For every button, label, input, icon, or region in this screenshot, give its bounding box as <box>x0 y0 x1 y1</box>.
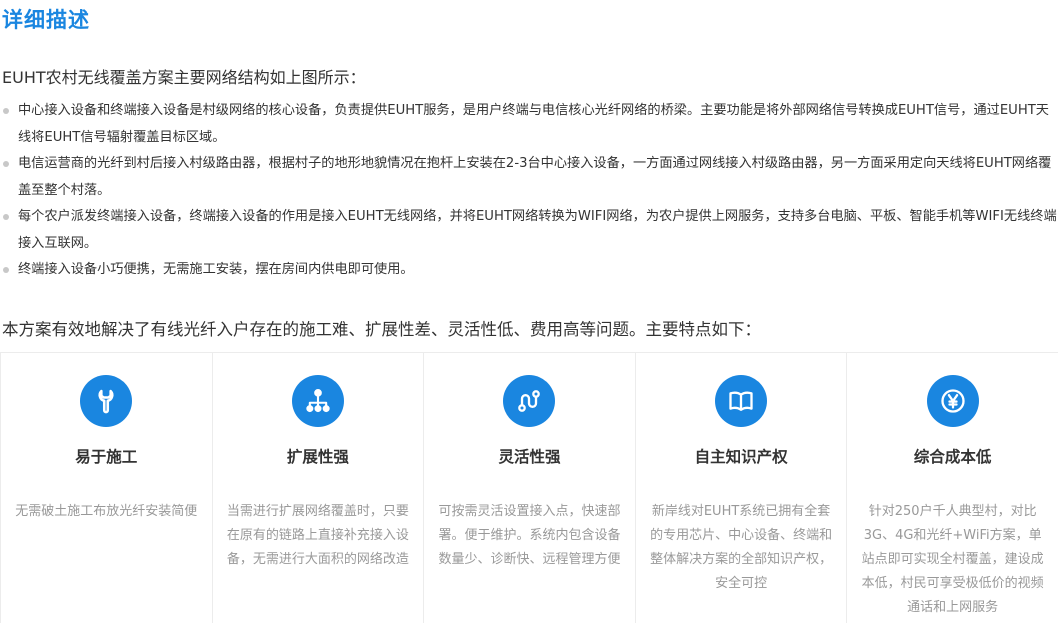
bullet-text: 电信运营商的光纤到村后接入村级路由器，根据村子的地形地貌情况在抱杆上安装在2-3… <box>18 156 1052 198</box>
feature-card-scalability: 扩展性强 当需进行扩展网络覆盖时，只要在原有的链路上直接补充接入设备，无需进行大… <box>211 353 424 623</box>
book-icon <box>715 375 768 427</box>
network-tree-icon <box>291 375 344 427</box>
bullet-text: 每个农户派发终端接入设备，终端接入设备的作用是接入EUHT无线网络，并将EUHT… <box>18 209 1057 251</box>
feature-card-easy-install: 易于施工 无需破土施工布放光纤安装简便 <box>0 353 212 623</box>
bullet-dot <box>3 161 9 167</box>
feature-title: 灵活性强 <box>498 448 561 466</box>
bullet-text: 终端接入设备小巧便携，无需施工安装，摆在房间内供电即可使用。 <box>18 262 414 277</box>
bullet-item: 每个农户派发终端接入设备，终端接入设备的作用是接入EUHT无线网络，并将EUHT… <box>2 204 1058 257</box>
feature-title: 综合成本低 <box>913 448 992 466</box>
bullet-item: 中心接入设备和终端接入设备是村级网络的核心设备，负责提供EUHT服务，是用户终端… <box>2 98 1058 151</box>
feature-card-low-cost: 综合成本低 针对250户千人典型村，对比3G、4G和光纤+WiFi方案，单站点即… <box>846 353 1058 623</box>
feature-cards: 易于施工 无需破土施工布放光纤安装简便 扩展性强 当需进行扩展网络覆盖时，只要在… <box>0 352 1058 623</box>
feature-title: 易于施工 <box>75 448 138 466</box>
yen-coin-icon <box>926 375 979 427</box>
section-title: 详细描述 <box>2 8 90 32</box>
feature-title: 自主知识产权 <box>694 448 788 466</box>
bullet-list: 中心接入设备和终端接入设备是村级网络的核心设备，负责提供EUHT服务，是用户终端… <box>2 98 1058 284</box>
features-lead-text: 本方案有效地解决了有线光纤入户存在的施工难、扩展性差、灵活性低、费用高等问题。主… <box>2 320 761 339</box>
feature-desc: 无需破土施工布放光纤安装简便 <box>15 504 198 519</box>
bullet-text: 中心接入设备和终端接入设备是村级网络的核心设备，负责提供EUHT服务，是用户终端… <box>18 103 1049 145</box>
detail-page: 详细描述 EUHT农村无线覆盖方案主要网络结构如上图所示： 中心接入设备和终端接… <box>0 0 1058 623</box>
intro-text: EUHT农村无线覆盖方案主要网络结构如上图所示： <box>2 68 366 87</box>
wrench-icon <box>80 375 133 427</box>
route-icon <box>503 375 556 427</box>
feature-desc: 新岸线对EUHT系统已拥有全套的专用芯片、中心设备、终端和整体解决方案的全部知识… <box>650 504 833 591</box>
bullet-dot <box>3 267 9 273</box>
feature-desc: 针对250户千人典型村，对比3G、4G和光纤+WiFi方案，单站点即可实现全村覆… <box>861 504 1044 615</box>
feature-title: 扩展性强 <box>286 448 349 466</box>
bullet-item: 终端接入设备小巧便携，无需施工安装，摆在房间内供电即可使用。 <box>2 257 1058 284</box>
bullet-dot <box>3 214 9 220</box>
bullet-dot <box>3 108 9 114</box>
feature-card-ip: 自主知识产权 新岸线对EUHT系统已拥有全套的专用芯片、中心设备、终端和整体解决… <box>634 353 847 623</box>
feature-desc: 当需进行扩展网络覆盖时，只要在原有的链路上直接补充接入设备，无需进行大面积的网络… <box>226 504 409 567</box>
bullet-item: 电信运营商的光纤到村后接入村级路由器，根据村子的地形地貌情况在抱杆上安装在2-3… <box>2 151 1058 204</box>
feature-desc: 可按需灵活设置接入点，快速部署。便于维护。系统内包含设备数量少、诊断快、远程管理… <box>438 504 621 567</box>
feature-card-flexibility: 灵活性强 可按需灵活设置接入点，快速部署。便于维护。系统内包含设备数量少、诊断快… <box>423 353 635 623</box>
